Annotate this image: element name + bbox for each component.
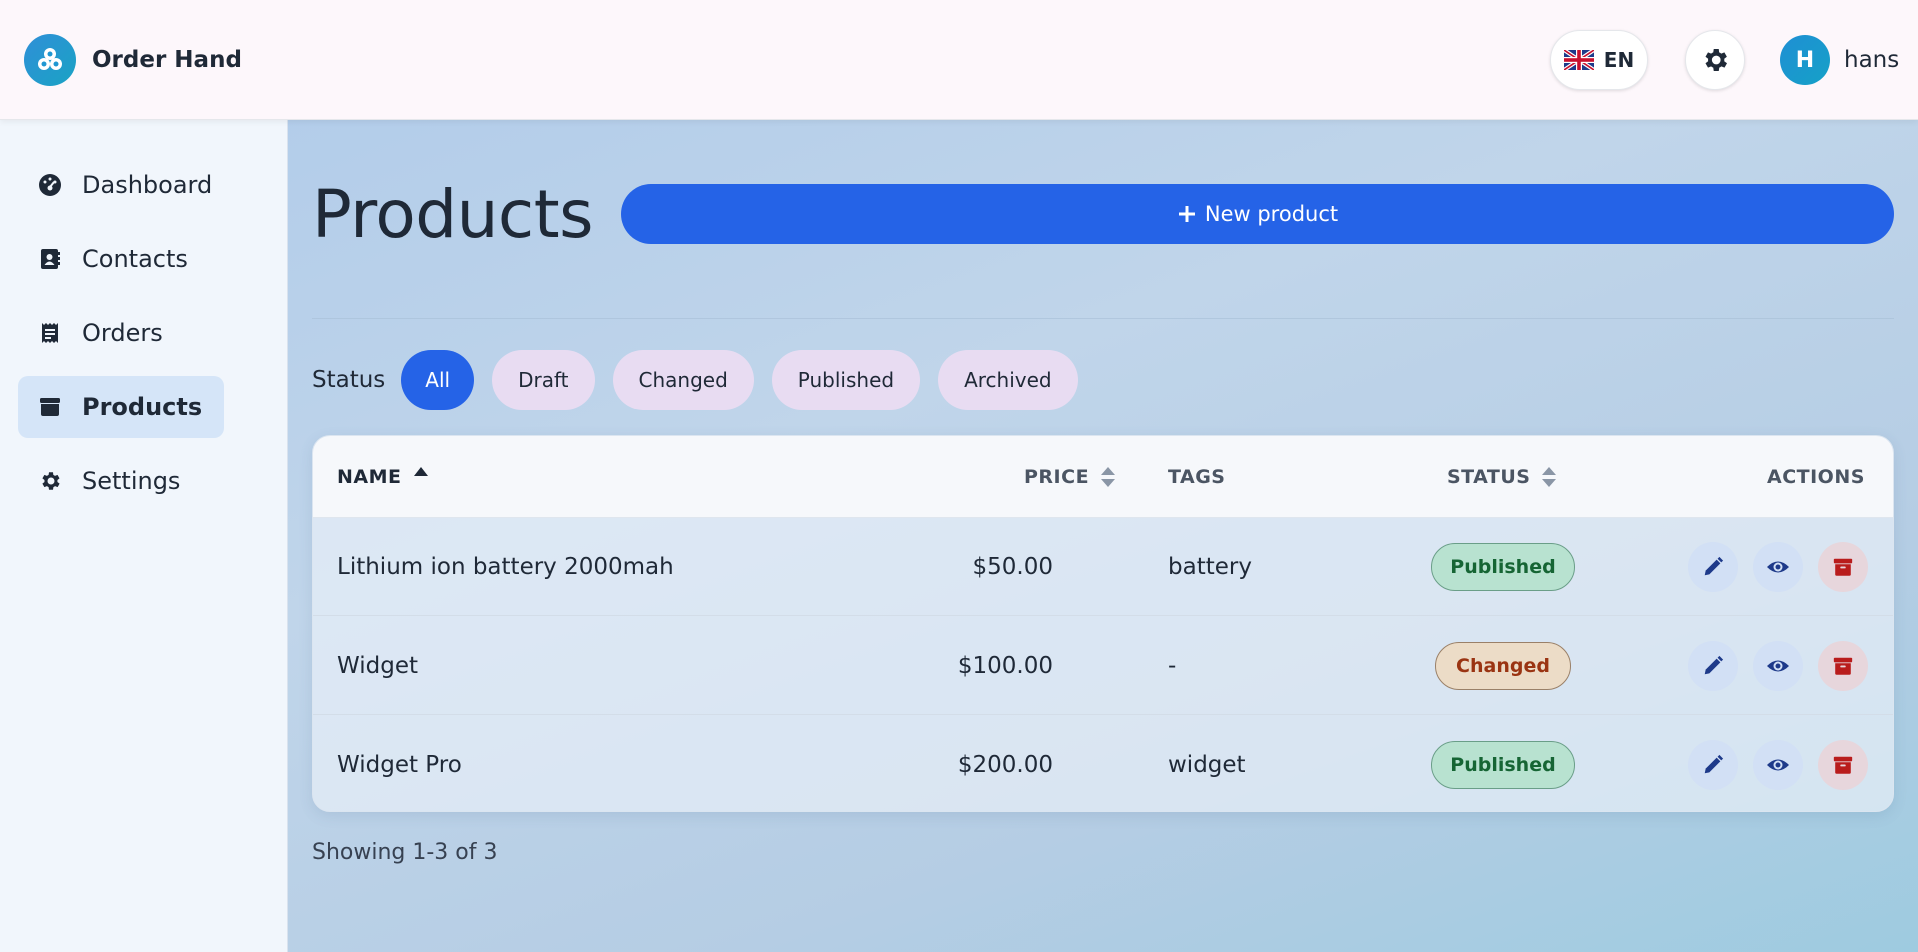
main-content: Products New product Status All Draft Ch…	[288, 120, 1918, 952]
column-header-label: NAME	[337, 466, 402, 488]
status-filter: Status All Draft Changed Published Archi…	[312, 350, 1078, 410]
products-table: NAME PRICE TAGS STATUS ACTIONS Lithium i…	[312, 435, 1894, 812]
gear-icon	[1705, 49, 1727, 71]
uk-flag-icon	[1563, 50, 1594, 70]
table-row[interactable]: Widget Pro $200.00 widget Published	[313, 716, 1893, 811]
product-name: Lithium ion battery 2000mah	[337, 554, 674, 580]
view-button[interactable]	[1753, 542, 1803, 592]
top-header: Order Hand EN H hans	[0, 0, 1918, 120]
edit-button[interactable]	[1688, 740, 1738, 790]
product-tags: -	[1168, 653, 1177, 679]
language-button[interactable]: EN	[1550, 30, 1648, 90]
column-header-label: TAGS	[1168, 466, 1226, 488]
sidebar-item-products[interactable]: Products	[18, 376, 224, 438]
address-book-icon	[38, 247, 62, 271]
column-header-name[interactable]: NAME	[337, 466, 428, 488]
archive-box-icon	[1833, 657, 1853, 675]
column-header-actions: ACTIONS	[1767, 466, 1865, 488]
column-header-price[interactable]: PRICE	[1024, 466, 1116, 488]
table-header: NAME PRICE TAGS STATUS ACTIONS	[313, 436, 1893, 518]
eye-icon	[1767, 759, 1789, 771]
new-product-button[interactable]: New product	[621, 184, 1894, 244]
column-header-label: STATUS	[1447, 466, 1531, 488]
sidebar-item-label: Contacts	[82, 245, 188, 273]
product-name: Widget Pro	[337, 752, 462, 778]
view-button[interactable]	[1753, 641, 1803, 691]
theme-settings-button[interactable]	[1685, 30, 1745, 90]
edit-button[interactable]	[1688, 641, 1738, 691]
filter-chip-draft[interactable]: Draft	[492, 350, 595, 410]
column-header-label: ACTIONS	[1767, 466, 1865, 488]
archive-button[interactable]	[1818, 542, 1868, 592]
brand[interactable]: Order Hand	[24, 34, 242, 86]
brand-name: Order Hand	[92, 47, 242, 73]
cluster-icon	[24, 34, 76, 86]
sidebar-item-label: Dashboard	[82, 171, 213, 199]
gear-icon	[38, 469, 62, 493]
table-row[interactable]: Widget $100.00 - Changed	[313, 617, 1893, 715]
column-header-status[interactable]: STATUS	[1447, 466, 1557, 488]
status-badge: Changed	[1435, 642, 1571, 690]
filter-chip-changed[interactable]: Changed	[612, 350, 754, 410]
sidebar-item-settings[interactable]: Settings	[18, 450, 224, 512]
new-product-label: New product	[1204, 202, 1339, 226]
status-filter-label: Status	[312, 367, 386, 393]
status-badge: Published	[1431, 543, 1575, 591]
sidebar: Dashboard Contacts Orders Products Setti…	[0, 120, 288, 952]
product-tags: widget	[1168, 752, 1246, 778]
product-price: $100.00	[957, 653, 1053, 679]
status-badge: Published	[1431, 741, 1575, 789]
sort-both-icon	[1542, 467, 1557, 487]
eye-icon	[1767, 561, 1789, 573]
plus-icon	[1178, 206, 1195, 222]
receipt-icon	[38, 321, 62, 345]
archive-box-icon	[1833, 756, 1853, 774]
edit-button[interactable]	[1688, 542, 1738, 592]
sort-ascending-icon	[413, 467, 428, 476]
sidebar-item-label: Products	[82, 393, 203, 421]
product-price: $50.00	[972, 554, 1053, 580]
gauge-icon	[38, 173, 62, 197]
username: hans	[1844, 47, 1900, 73]
product-price: $200.00	[957, 752, 1053, 778]
sort-both-icon	[1101, 467, 1116, 487]
pencil-icon	[1704, 754, 1724, 774]
filter-chip-all[interactable]: All	[401, 350, 475, 410]
product-name: Widget	[337, 653, 418, 679]
product-tags: battery	[1168, 554, 1252, 580]
pencil-icon	[1704, 556, 1724, 576]
sidebar-item-dashboard[interactable]: Dashboard	[18, 154, 224, 216]
sidebar-item-contacts[interactable]: Contacts	[18, 228, 224, 290]
language-label: EN	[1603, 48, 1635, 72]
archive-button[interactable]	[1818, 740, 1868, 790]
table-row[interactable]: Lithium ion battery 2000mah $50.00 batte…	[313, 518, 1893, 616]
page-title: Products	[312, 176, 593, 253]
column-header-tags: TAGS	[1168, 466, 1225, 488]
sidebar-item-orders[interactable]: Orders	[18, 302, 224, 364]
filter-chip-archived[interactable]: Archived	[938, 350, 1078, 410]
pagination-summary: Showing 1-3 of 3	[312, 840, 498, 865]
avatar: H	[1780, 35, 1830, 85]
view-button[interactable]	[1753, 740, 1803, 790]
archive-button[interactable]	[1818, 641, 1868, 691]
user-menu[interactable]: H hans	[1780, 35, 1899, 85]
filter-chip-published[interactable]: Published	[771, 350, 921, 410]
pencil-icon	[1704, 655, 1724, 675]
column-header-label: PRICE	[1024, 466, 1090, 488]
sidebar-item-label: Settings	[82, 467, 181, 495]
archive-box-icon	[1833, 558, 1853, 576]
eye-icon	[1767, 660, 1789, 672]
divider	[312, 318, 1894, 319]
box-icon	[38, 395, 62, 419]
sidebar-item-label: Orders	[82, 319, 163, 347]
